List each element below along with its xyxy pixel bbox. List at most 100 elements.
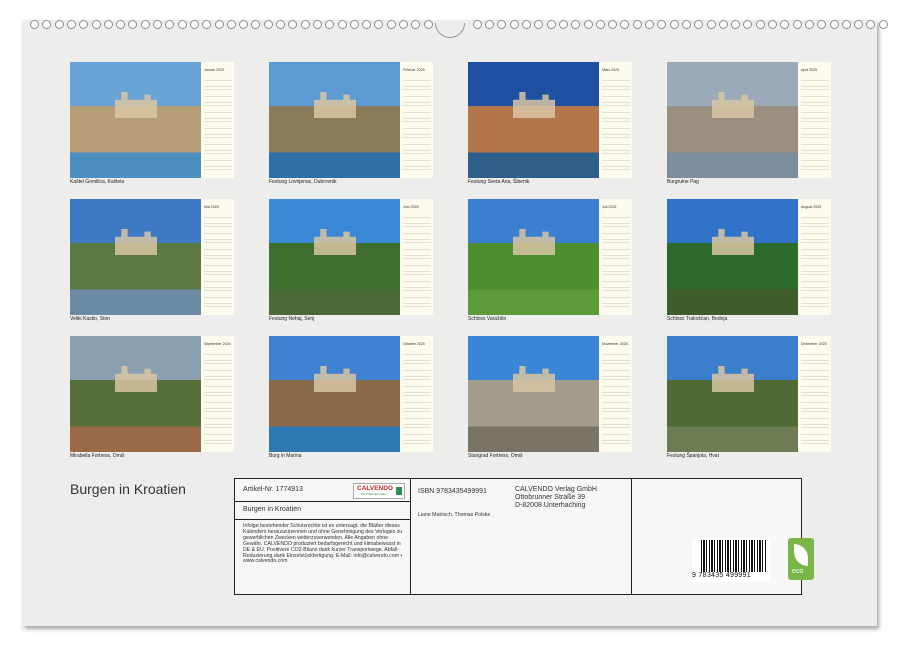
ring-hole [312,20,322,29]
ring-hole [239,20,249,29]
month-photo [269,62,400,178]
ring-hole [645,20,654,29]
ring-hole [620,20,630,29]
month-calendar-grid: März 2025 [599,62,632,178]
barcode-number: 9 783435 499991 [692,572,751,579]
eco-label: eco [792,568,804,575]
day-lines [204,211,232,311]
ring-hole [866,20,876,29]
ring-hole [546,20,556,29]
product-title-row: Burgen in Kroatien [235,501,410,520]
day-lines [403,348,431,448]
month-caption: Veliki Kastio, Ston [70,316,111,322]
day-lines [602,211,630,311]
castle-shape [314,366,356,392]
month-calendar-grid: September 2025 [201,336,234,452]
month-photo [70,62,201,178]
month-tile: September 2025 Mirabella Fortress, Omiš [70,336,234,459]
ring-hole [608,20,618,29]
month-tile: November 2025 Starigrad Fortress, Omiš [468,336,632,459]
month-tile: März 2025 Festung Sveta Ana, Šibenik [468,62,632,185]
day-lines [602,348,630,448]
ring-hole [103,20,113,29]
ring-hole [595,20,605,29]
barcode: 9 783435 499991 [692,538,770,582]
publisher-city: D-82008 Unterhaching [515,502,586,509]
ring-hole [509,20,519,29]
month-tile: Januar 2025 Kaštel Gomilica, Kaštela [70,62,234,185]
ring-hole [177,20,187,29]
ring-hole [399,20,408,29]
ring-hole [362,20,372,29]
castle-shape [115,92,157,118]
ring-hole [263,20,273,29]
ring-hole [30,20,39,29]
month-tile: Juli 2025 Schloss Varaždin [468,199,632,322]
month-photo [468,199,599,315]
day-lines [204,74,232,174]
month-calendar-grid: Januar 2025 [201,62,234,178]
month-calendar-grid: August 2025 [798,199,831,315]
ring-hole [116,20,126,29]
logo-mark-icon [396,487,402,495]
month-caption: Mirabella Fortress, Omiš [70,453,125,459]
month-caption: Kaštel Gomilica, Kaštela [70,179,125,185]
month-caption: Schloss Trakošćan, Bednja [667,316,728,322]
ring-hole [214,20,224,29]
month-calendar-grid: November 2025 [599,336,632,452]
month-calendar-grid: Mai 2025 [201,199,234,315]
ring-hole [153,20,162,29]
month-calendar-grid: Dezember 2025 [798,336,831,452]
month-photo [667,336,798,452]
ring-hole [386,20,396,29]
isbn: ISBN 9783435499991 [418,488,487,495]
ring-hole [337,20,347,29]
artikel-number: Artikel-Nr. 1774913 [243,486,303,493]
month-name: Juni 2025 [403,205,419,209]
ring-hole [497,20,507,29]
day-lines [801,74,829,174]
ring-hole [128,20,138,29]
castle-shape [314,92,356,118]
ring-hole [571,20,581,29]
month-calendar-grid: April 2025 [798,62,831,178]
castle-shape [115,229,157,255]
month-tile: April 2025 Burgruine Pag [667,62,831,185]
ring-hole [768,20,777,29]
month-caption: Starigrad Fortress, Omiš [468,453,523,459]
ring-hole [189,20,199,29]
month-tile: Februar 2025 Festung Lovrijenac, Dubrovni… [269,62,433,185]
castle-shape [513,229,555,255]
ring-hole [780,20,790,29]
day-lines [403,211,431,311]
ring-hole [276,20,285,29]
ring-hole [423,20,433,29]
calvendo-logo: CALVENDO Die Kalendermarke [353,483,405,499]
ring-hole [42,20,52,29]
ring-hole [485,20,495,29]
ring-hole [251,20,261,29]
ring-hole [817,20,827,29]
month-name: März 2025 [602,68,619,72]
month-name: Juli 2025 [602,205,617,209]
info-column-left: Artikel-Nr. 1774913 CALVENDO Die Kalende… [235,479,411,594]
month-photo [468,336,599,452]
product-title: Burgen in Kroatien [243,506,301,513]
leaf-icon [794,544,808,566]
month-name: Februar 2025 [403,68,425,72]
barcode-bars [701,540,767,572]
month-calendar-grid: Oktober 2025 [400,336,433,452]
month-tile: Juni 2025 Festung Nehaj, Senj [269,199,433,322]
info-column-middle: ISBN 9783435499991 CALVENDO Verlag GmbH … [410,479,632,594]
ring-hole [472,20,482,29]
ring-hole [411,20,421,29]
ring-hole [804,20,814,29]
day-lines [403,74,431,174]
day-lines [801,211,829,311]
month-caption: Schloss Varaždin [468,316,507,322]
ring-hole [829,20,839,29]
logo-text: CALVENDO [357,485,393,492]
ring-hole [374,20,384,29]
month-photo [667,62,798,178]
ring-hole [694,20,704,29]
